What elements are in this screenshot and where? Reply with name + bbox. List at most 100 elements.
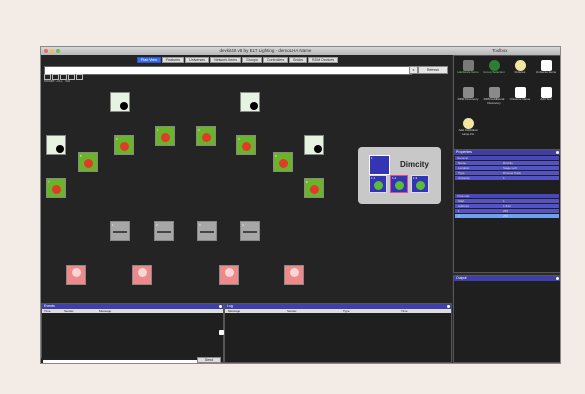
property-row[interactable]: Location Stage Left (455, 166, 559, 170)
device-popup-title: Dimcity (400, 160, 429, 169)
fixture-white[interactable] (240, 92, 260, 112)
fixture-gray[interactable]: 4 (240, 221, 260, 241)
property-row[interactable]: Name Dimcity (455, 161, 559, 165)
tab-bricks[interactable]: Bricks (289, 57, 308, 63)
tool-add-text[interactable]: Add Text (534, 87, 558, 102)
clear-search-button[interactable]: x (409, 66, 418, 74)
tab-universes[interactable]: Universes (185, 57, 210, 63)
fixture-label: 1 (112, 223, 114, 227)
tool-group-selection[interactable]: Group Selection (482, 60, 506, 75)
tab-features[interactable]: Features (161, 57, 185, 63)
channel-label: 1.2 (392, 176, 397, 180)
fixture-label: 2 (198, 128, 200, 132)
device-channel-cell[interactable]: 1.2 (390, 175, 408, 193)
fixture-pink[interactable] (219, 265, 239, 285)
property-row[interactable]: 2 255 (455, 214, 559, 218)
tool-rdm-discovery[interactable]: RDM Discovery (456, 87, 480, 102)
search-input[interactable] (44, 66, 412, 75)
tab-rdm-devices[interactable]: RDM Devices (308, 57, 339, 63)
tool-add-lamp-fix[interactable]: Add Individual Lamp Fix (456, 118, 480, 136)
tool-rdm-additional-discovery[interactable]: RDM Additional Discovery (482, 87, 506, 105)
fixture-pink[interactable] (66, 265, 86, 285)
fixture-white[interactable] (304, 135, 324, 155)
fixture-green[interactable]: 2 (196, 126, 216, 146)
property-row[interactable]: Type Dimmer Pack (455, 171, 559, 175)
column-header[interactable]: Time (44, 309, 51, 313)
fixture-pink[interactable] (132, 265, 152, 285)
column-header[interactable]: Sender (287, 309, 297, 313)
fixture-label: 4 (242, 223, 244, 227)
fixture-gray[interactable]: 3 (197, 221, 217, 241)
fixture-label: 4 (238, 137, 240, 141)
device-thumbnail: 1 (369, 155, 390, 175)
fixture-gray[interactable]: 1 (110, 221, 130, 241)
fixture-green[interactable]: 3 (114, 135, 134, 155)
command-input[interactable] (41, 358, 203, 363)
property-row[interactable]: Address 1-512 (455, 204, 559, 208)
output-title: Output (456, 276, 467, 280)
fixture-label: 8 (306, 180, 308, 184)
properties-panel: Properties General Name Dimcity Location S… (453, 149, 560, 273)
close-icon[interactable] (556, 151, 559, 154)
plan-view[interactable]: Plan View Features Universes Network Ite… (41, 55, 452, 303)
fixture-label: 6 (275, 154, 277, 158)
device-channel-cell[interactable]: 1.3 (411, 175, 429, 193)
channel-label: 1.3 (413, 176, 418, 180)
tool-universe-items[interactable]: Universe Items (534, 60, 558, 75)
fixture-label: 3 (199, 223, 201, 227)
fit-tool-icon[interactable] (76, 74, 83, 80)
fixture-label: 2 (156, 223, 158, 227)
log-column-headers: Message Sender Type Time (225, 309, 451, 313)
app-window: devkit40 v8 by ELT Lighting - demoLHA Na… (40, 46, 561, 364)
section-channels[interactable]: Channels (455, 194, 559, 198)
send-button[interactable]: Send (197, 357, 221, 363)
close-icon[interactable] (219, 305, 222, 308)
column-header[interactable]: Message (99, 309, 111, 313)
column-header[interactable]: Time (401, 309, 408, 313)
tab-plan-view[interactable]: Plan View (137, 57, 161, 63)
column-header[interactable]: Type (343, 309, 350, 313)
fixture-pink[interactable] (284, 265, 304, 285)
fixture-green[interactable]: 6 (273, 152, 293, 172)
toolbox-title: Toolbox (492, 48, 508, 53)
tool-universe-name[interactable]: Universe Name (508, 87, 532, 102)
toolbox-panel: Hardware Items Group Selection Fixtures … (453, 55, 560, 161)
view-tabs: Plan View Features Universes Network Ite… (137, 57, 339, 63)
tab-network-items[interactable]: Network Items (210, 57, 242, 63)
fixture-white[interactable] (46, 135, 66, 155)
tab-groups[interactable]: Groups (242, 57, 262, 63)
output-panel: Output (453, 275, 560, 363)
cursor-hand-icon (219, 330, 224, 335)
fixture-white[interactable] (110, 92, 130, 112)
coordinates-readout: Mouse: 241, 768 (44, 79, 71, 83)
channel-label: 1.1 (371, 176, 376, 180)
fixture-green[interactable]: 7 (46, 178, 66, 198)
properties-title: Properties (456, 150, 472, 154)
close-icon[interactable] (447, 305, 450, 308)
fixture-green[interactable]: 5 (78, 152, 98, 172)
fixture-green[interactable]: 4 (236, 135, 256, 155)
tool-hardware-items[interactable]: Hardware Items (456, 60, 480, 75)
tool-fixtures[interactable]: Fixtures (508, 60, 532, 75)
fixture-label: 3 (116, 137, 118, 141)
tab-controllers[interactable]: Controllers (262, 57, 289, 63)
device-popup[interactable]: 1 Dimcity 1.1 1.2 1.3 (358, 147, 441, 204)
property-row[interactable]: Universe 1 (455, 176, 559, 180)
fixture-label: 1 (157, 128, 159, 132)
column-header[interactable]: Message (228, 309, 240, 313)
fixture-gray[interactable]: 2 (154, 221, 174, 241)
fixture-green[interactable]: 8 (304, 178, 324, 198)
fixture-label: 7 (48, 180, 50, 184)
property-row[interactable]: Start 1 (455, 199, 559, 203)
property-row[interactable]: 1 255 (455, 209, 559, 213)
log-panel: Log Message Sender Type Time (224, 303, 452, 363)
events-column-headers: Time Sender Message (42, 309, 223, 313)
section-general[interactable]: General (455, 156, 559, 160)
fixture-green[interactable]: 1 (155, 126, 175, 146)
close-icon[interactable] (556, 277, 559, 280)
properties-header: Properties (454, 150, 560, 155)
device-channel-cell[interactable]: 1.1 (369, 175, 387, 193)
refresh-button[interactable]: Refresh (418, 66, 448, 74)
column-header[interactable]: Sender (64, 309, 74, 313)
device-thumbnail-label: 1 (371, 156, 373, 160)
